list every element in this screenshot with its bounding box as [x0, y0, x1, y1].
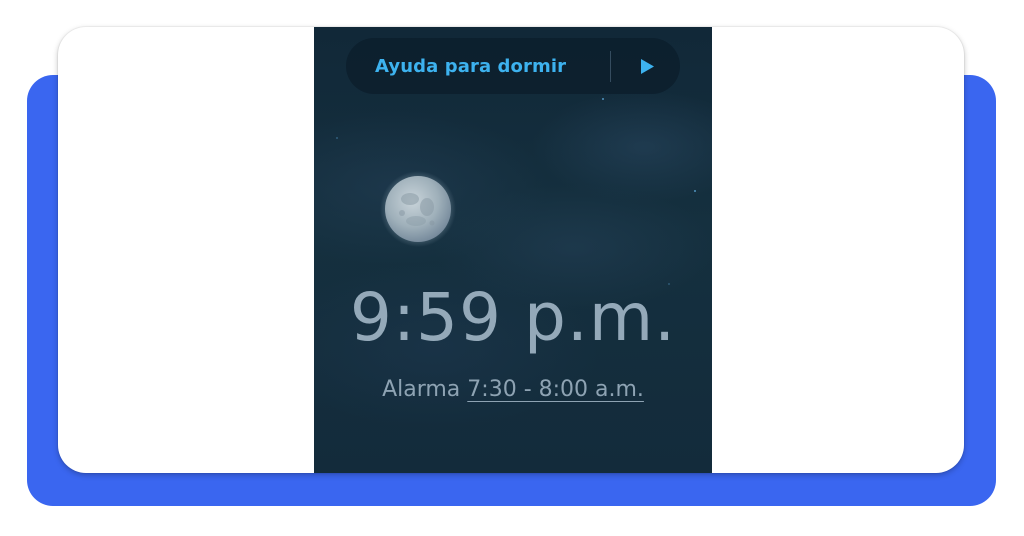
white-card: Ayuda para dormir 9:59 p.m. Alarma 7:30 …: [58, 27, 964, 473]
alarm-label: Alarma: [382, 377, 461, 402]
screenshot-frame: Ayuda para dormir 9:59 p.m. Alarma 7:30 …: [0, 0, 1024, 536]
star-dot: [602, 98, 604, 100]
alarm-time-range-link[interactable]: 7:30 - 8:00 a.m.: [467, 377, 644, 402]
pill-divider: [610, 51, 611, 82]
star-dot: [336, 137, 338, 139]
sleep-aid-label[interactable]: Ayuda para dormir: [375, 56, 566, 77]
sleep-aid-bar[interactable]: Ayuda para dormir: [346, 38, 680, 94]
current-time: 9:59 p.m.: [349, 279, 677, 356]
alarm-row: Alarma 7:30 - 8:00 a.m.: [314, 377, 712, 402]
star-dot: [694, 190, 696, 192]
play-icon: [641, 58, 654, 74]
moon-icon: [380, 171, 456, 247]
sleep-screen: Ayuda para dormir 9:59 p.m. Alarma 7:30 …: [314, 27, 712, 473]
play-button[interactable]: [624, 46, 670, 86]
